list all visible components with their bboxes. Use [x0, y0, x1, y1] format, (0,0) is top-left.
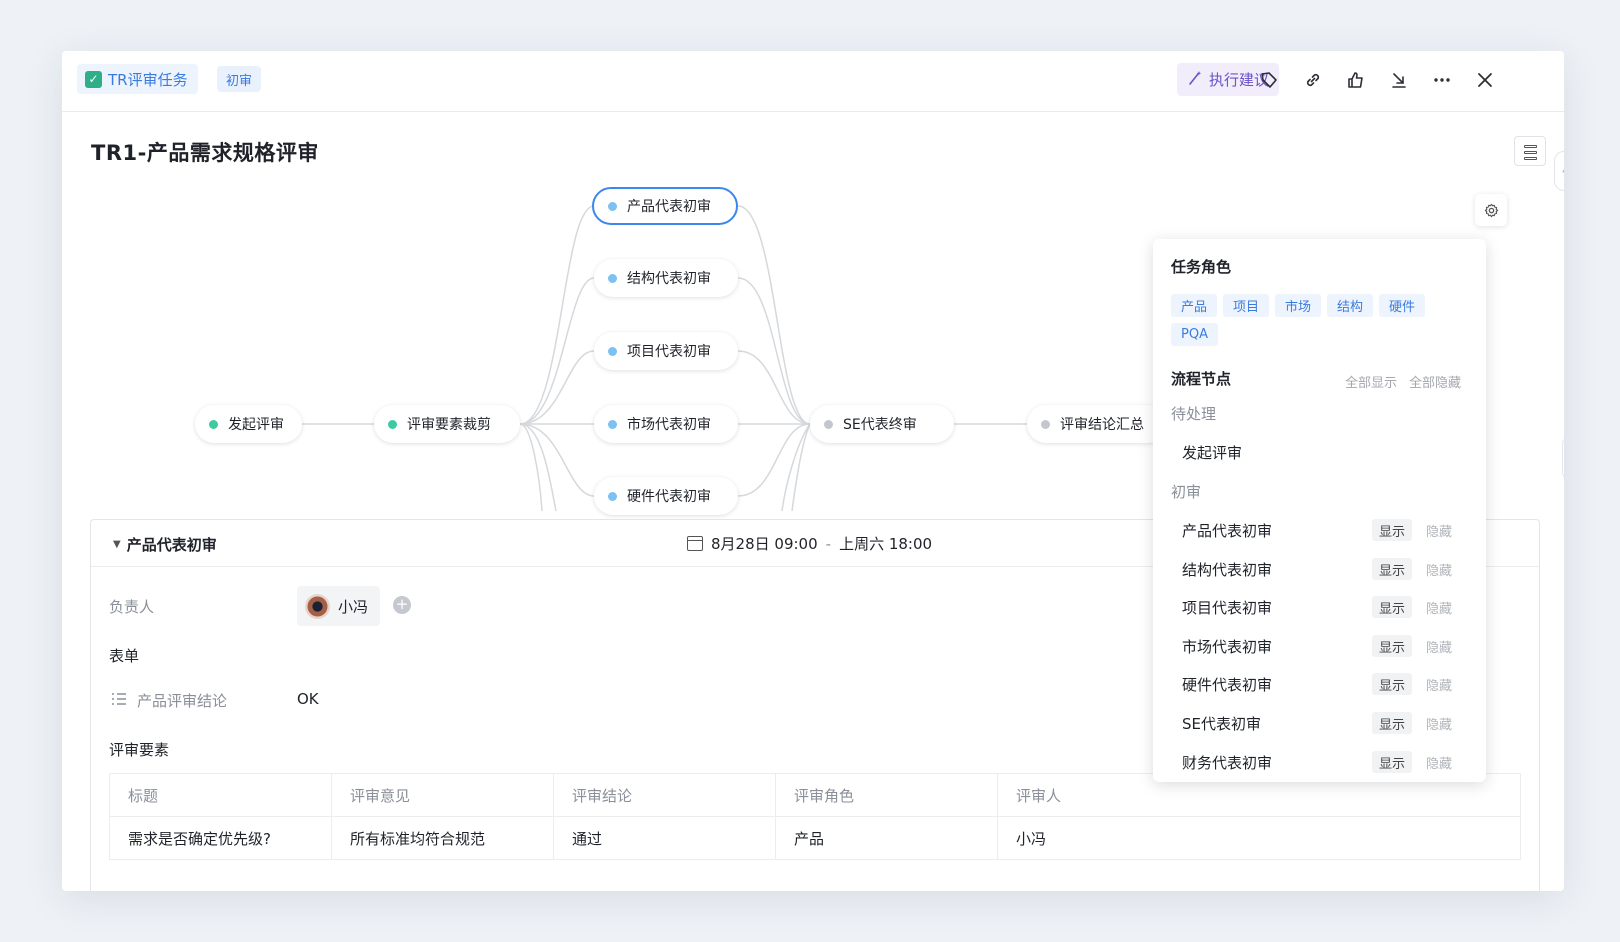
panel-node-item: 产品代表初审 [1182, 522, 1273, 540]
nodes-title: 流程节点 [1171, 370, 1232, 388]
table-cell: 产品 [776, 817, 998, 859]
panel-node-item: 结构代表初审 [1182, 561, 1273, 579]
show-button[interactable]: 显示 [1372, 558, 1413, 580]
status-dot [608, 346, 617, 356]
status-dot [1041, 419, 1050, 429]
form-field-label: 产品评审结论 [137, 692, 228, 710]
column-header: 评审结论 [554, 774, 776, 816]
role-chip[interactable]: 结构 [1327, 294, 1374, 317]
hide-button[interactable]: 隐藏 [1426, 598, 1452, 617]
flow-node[interactable]: 评审要素裁剪 [374, 405, 520, 443]
hide-button[interactable]: 隐藏 [1426, 560, 1452, 579]
table-cell: 小冯 [1016, 829, 1047, 848]
hide-all-button[interactable]: 全部隐藏 [1409, 372, 1461, 391]
show-button[interactable]: 显示 [1372, 712, 1413, 734]
hide-button[interactable]: 隐藏 [1426, 714, 1452, 733]
table-cell: 通过 [554, 817, 776, 859]
section-title[interactable]: ▼ 产品代表初审 [113, 534, 217, 555]
table-row[interactable]: 需求是否确定优先级? 所有标准均符合规范 通过 产品 小冯 [110, 817, 1520, 860]
hide-button[interactable]: 隐藏 [1426, 521, 1452, 540]
show-all-button[interactable]: 全部显示 [1345, 372, 1397, 391]
show-button[interactable]: 显示 [1372, 673, 1413, 695]
time-range[interactable]: 8月28日 09:00 - 上周六 18:00 [687, 533, 932, 554]
panel-node-item: 发起评审 [1182, 444, 1243, 462]
column-header: 评审角色 [776, 774, 998, 816]
panel-node-item: SE代表初审 [1182, 715, 1261, 733]
status-dot [209, 419, 218, 429]
flow-node[interactable]: 发起评审 [195, 405, 302, 443]
hide-button[interactable]: 隐藏 [1426, 637, 1452, 656]
status-dot [824, 419, 833, 429]
flow-node-selected[interactable]: 产品代表初审 [592, 187, 738, 225]
panel-node-item: 财务代表初审 [1182, 754, 1273, 772]
status-dot [608, 201, 617, 211]
hide-button[interactable]: 隐藏 [1426, 675, 1452, 694]
assignee-label: 负责人 [109, 598, 155, 616]
show-button[interactable]: 显示 [1372, 635, 1413, 657]
table-cell: 需求是否确定优先级? [110, 817, 332, 859]
panel-node-item: 硬件代表初审 [1182, 676, 1273, 694]
form-label: 表单 [109, 647, 140, 665]
assignee-name: 小冯 [338, 597, 369, 616]
avatar [305, 593, 330, 619]
status-dot [608, 491, 617, 501]
flow-node[interactable]: 硬件代表初审 [594, 477, 738, 515]
group-label: 待处理 [1171, 405, 1217, 423]
group-label: 初审 [1171, 483, 1202, 501]
status-dot [388, 419, 397, 429]
role-chip[interactable]: PQA [1171, 323, 1218, 346]
status-dot [608, 273, 617, 283]
column-header: 评审意见 [332, 774, 554, 816]
table-cell: 所有标准均符合规范 [332, 817, 554, 859]
show-button[interactable]: 显示 [1372, 519, 1413, 541]
list-icon [111, 692, 127, 710]
panel-node-item: 项目代表初审 [1182, 599, 1273, 617]
role-chip[interactable]: 市场 [1275, 294, 1322, 317]
flow-node[interactable]: SE代表终审 [810, 405, 954, 443]
time-separator: - [825, 534, 832, 553]
bulk-actions: 全部显示 全部隐藏 [1345, 372, 1461, 391]
task-modal: ✓ TR评审任务 初审 执行建议 TR1-产品需求规格评审 发起评审 评审要素裁… [62, 51, 1564, 891]
flow-node[interactable]: 评审结论汇总 [1027, 405, 1167, 443]
assignee-chip[interactable]: 小冯 [297, 586, 381, 626]
form-field-value[interactable]: OK [297, 690, 319, 708]
add-assignee-icon[interactable]: + [393, 596, 411, 614]
settings-gear-icon[interactable] [1475, 194, 1507, 226]
elements-label: 评审要素 [109, 741, 170, 759]
review-elements-table: 标题 评审意见 评审结论 评审角色 评审人 需求是否确定优先级? 所有标准均符合… [109, 773, 1521, 860]
start-time: 8月28日 09:00 [711, 535, 818, 553]
end-time: 上周六 18:00 [839, 535, 933, 553]
role-chip[interactable]: 产品 [1171, 294, 1218, 317]
flow-node[interactable]: 结构代表初审 [594, 259, 738, 297]
roles-title: 任务角色 [1171, 258, 1232, 276]
flow-node[interactable]: 项目代表初审 [594, 332, 738, 370]
hide-button[interactable]: 隐藏 [1426, 753, 1452, 772]
display-settings-panel: 任务角色 产品 项目 市场 结构 硬件 PQA 流程节点 全部显示 全部隐藏 待… [1153, 239, 1486, 782]
column-header: 标题 [110, 774, 332, 816]
status-dot [608, 419, 617, 429]
panel-node-item: 市场代表初审 [1182, 638, 1273, 656]
show-button[interactable]: 显示 [1372, 596, 1413, 618]
form-field-row: 产品评审结论 [111, 690, 227, 711]
caret-down-icon: ▼ [113, 539, 121, 550]
flow-node[interactable]: 市场代表初审 [594, 405, 738, 443]
role-chip[interactable]: 项目 [1223, 294, 1270, 317]
calendar-icon [687, 536, 703, 551]
show-button[interactable]: 显示 [1372, 751, 1413, 773]
role-chip[interactable]: 硬件 [1379, 294, 1426, 317]
